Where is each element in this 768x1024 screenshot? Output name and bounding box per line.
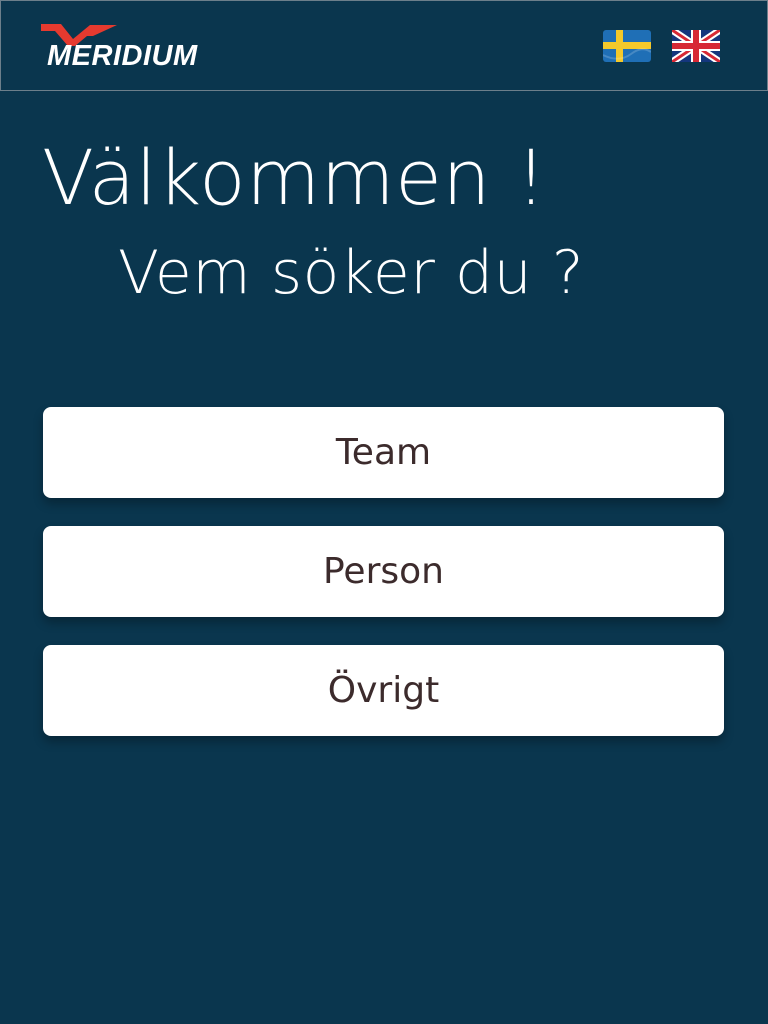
meridium-logo: MERIDIUM: [39, 22, 284, 74]
uk-flag-icon[interactable]: [672, 30, 720, 62]
search-question: Vem söker du ?: [118, 238, 585, 308]
swedish-flag-icon[interactable]: [603, 30, 651, 62]
logo-wordmark: MERIDIUM: [47, 40, 198, 72]
search-options: Team Person Övrigt: [43, 407, 724, 764]
other-button[interactable]: Övrigt: [43, 645, 724, 736]
welcome-title: Välkommen !: [42, 133, 547, 222]
person-button[interactable]: Person: [43, 526, 724, 617]
team-button[interactable]: Team: [43, 407, 724, 498]
app-header: MERIDIUM: [0, 0, 768, 91]
language-switcher: [603, 30, 720, 62]
